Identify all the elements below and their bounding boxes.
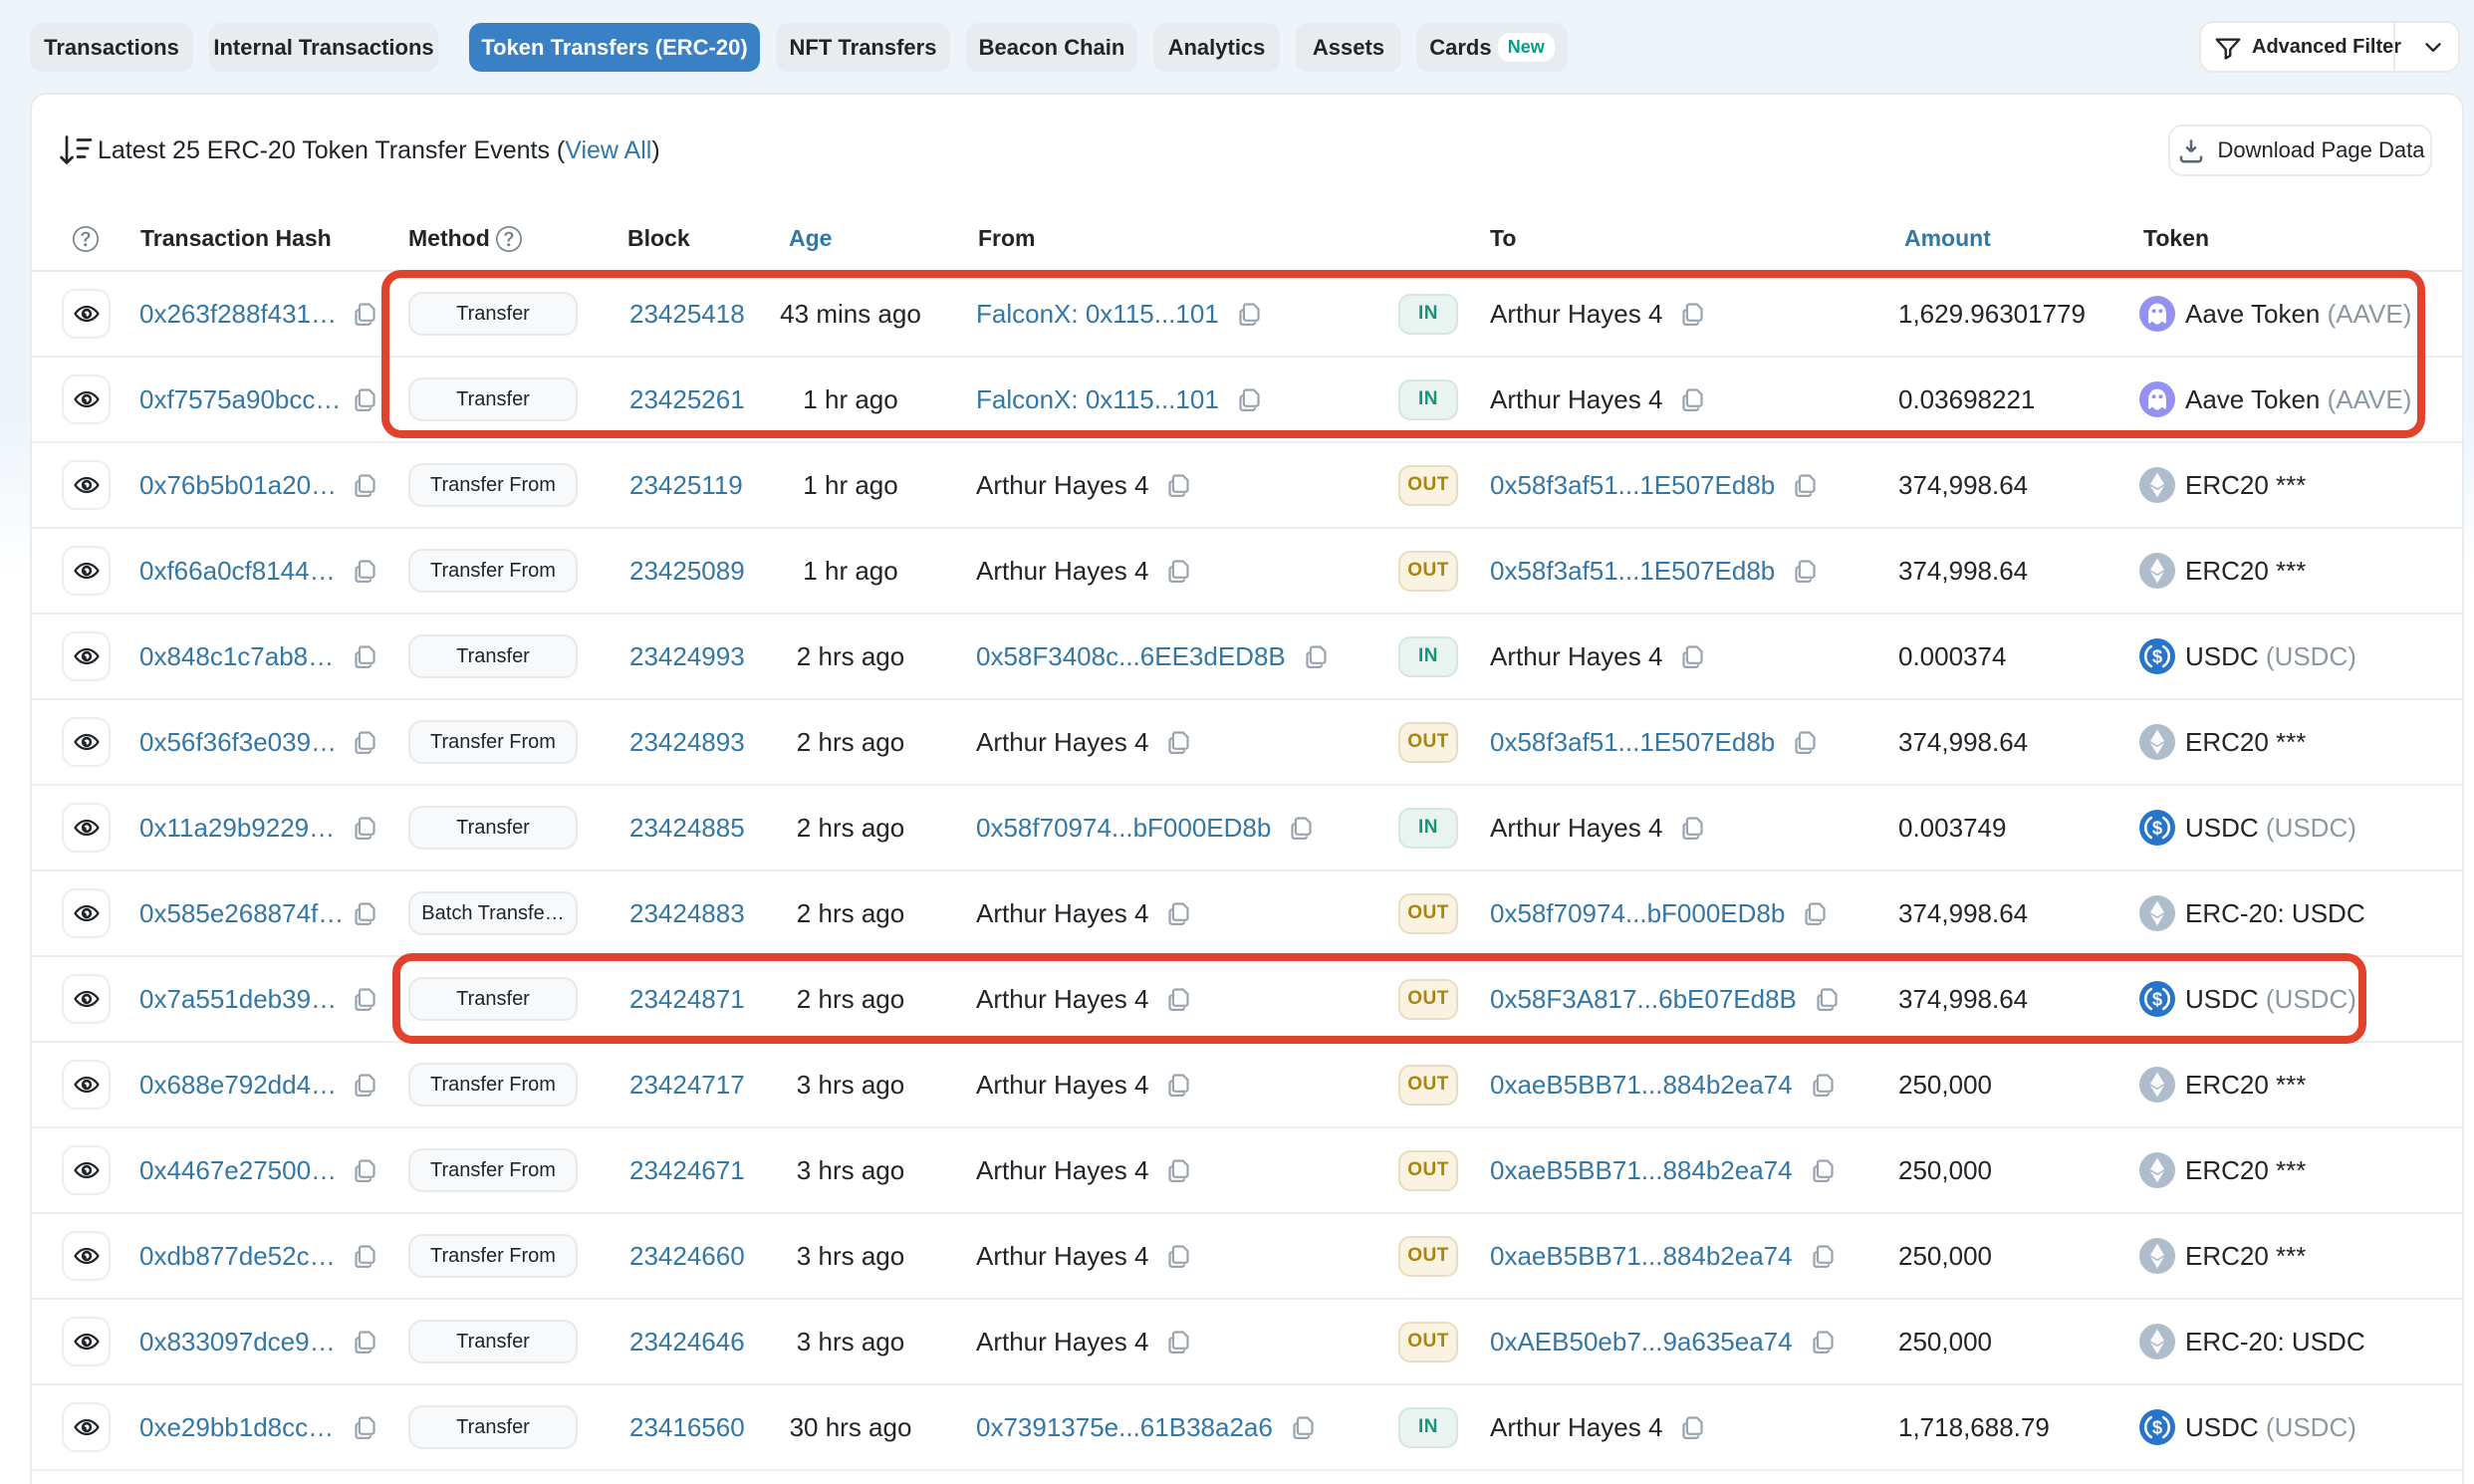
svg-text:$: $ bbox=[2152, 646, 2163, 667]
svg-text:$: $ bbox=[2152, 818, 2163, 839]
svg-text:$: $ bbox=[2152, 1417, 2163, 1438]
